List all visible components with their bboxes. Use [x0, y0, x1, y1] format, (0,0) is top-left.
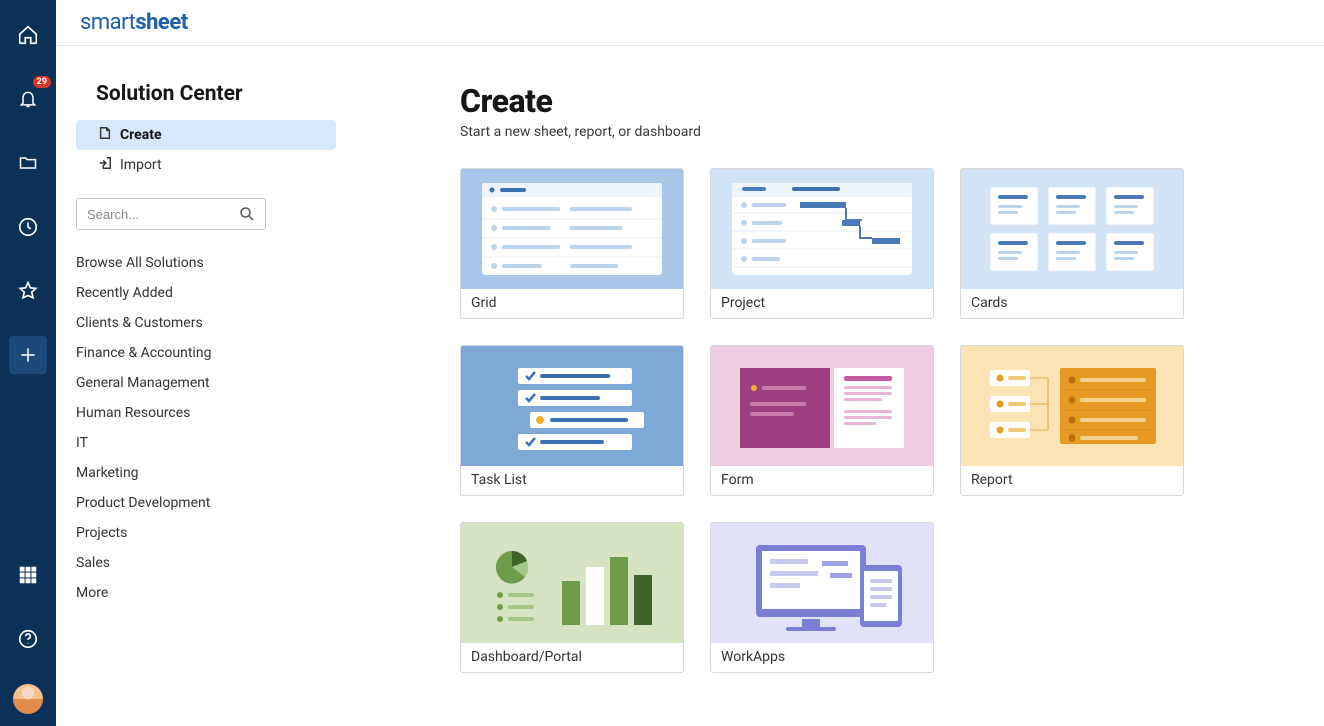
folder-icon[interactable] — [9, 144, 47, 182]
category-it[interactable]: IT — [76, 428, 336, 458]
create-card-dashboard[interactable]: Dashboard/Portal — [460, 522, 684, 673]
create-card-cards[interactable]: Cards — [960, 168, 1184, 319]
category-browse-all[interactable]: Browse All Solutions — [76, 248, 336, 278]
brand-logo: smartsheet — [80, 10, 188, 35]
card-label: Task List — [461, 466, 683, 495]
help-icon[interactable] — [9, 620, 47, 658]
apps-icon[interactable] — [9, 556, 47, 594]
category-finance-accounting[interactable]: Finance & Accounting — [76, 338, 336, 368]
create-card-form[interactable]: Form — [710, 345, 934, 496]
workapps-thumb-icon — [711, 523, 933, 643]
user-avatar[interactable] — [13, 684, 43, 714]
card-label: Cards — [961, 289, 1183, 318]
category-clients-customers[interactable]: Clients & Customers — [76, 308, 336, 338]
category-recently-added[interactable]: Recently Added — [76, 278, 336, 308]
notification-badge: 29 — [33, 76, 51, 88]
sheet-icon — [98, 126, 112, 144]
sidebar-item-label: Import — [120, 157, 162, 173]
create-card-grid-sheet[interactable]: Grid — [460, 168, 684, 319]
card-label: Grid — [461, 289, 683, 318]
dashboard-thumb-icon — [461, 523, 683, 643]
recents-icon[interactable] — [9, 208, 47, 246]
category-more[interactable]: More — [76, 578, 336, 608]
card-label: Project — [711, 289, 933, 318]
create-new-button[interactable] — [9, 336, 47, 374]
left-nav-rail: 29 — [0, 0, 56, 726]
top-header: smartsheet — [56, 0, 1324, 46]
sidebar-item-label: Create — [120, 127, 162, 143]
card-label: WorkApps — [711, 643, 933, 672]
grid-thumb-icon — [461, 169, 683, 289]
form-thumb-icon — [711, 346, 933, 466]
card-label: Dashboard/Portal — [461, 643, 683, 672]
brand-first: smart — [80, 10, 135, 35]
notifications-icon[interactable]: 29 — [9, 80, 47, 118]
main-content: Create Start a new sheet, report, or das… — [356, 46, 1324, 726]
category-general-management[interactable]: General Management — [76, 368, 336, 398]
category-marketing[interactable]: Marketing — [76, 458, 336, 488]
create-card-report[interactable]: Report — [960, 345, 1184, 496]
home-icon[interactable] — [9, 16, 47, 54]
sidebar-item-import[interactable]: Import — [76, 150, 336, 180]
project-thumb-icon — [711, 169, 933, 289]
solution-center-sidebar: Solution Center Create Import Browse All… — [56, 46, 356, 726]
create-card-project[interactable]: Project — [710, 168, 934, 319]
report-thumb-icon — [961, 346, 1183, 466]
page-subtitle: Start a new sheet, report, or dashboard — [460, 124, 1300, 140]
tasklist-thumb-icon — [461, 346, 683, 466]
category-sales[interactable]: Sales — [76, 548, 336, 578]
sidebar-item-create[interactable]: Create — [76, 120, 336, 150]
create-card-workapps[interactable]: WorkApps — [710, 522, 934, 673]
import-icon — [98, 156, 112, 174]
category-projects[interactable]: Projects — [76, 518, 336, 548]
create-card-grid: Grid — [460, 168, 1300, 673]
brand-second: sheet — [135, 10, 187, 35]
card-label: Report — [961, 466, 1183, 495]
cards-thumb-icon — [961, 169, 1183, 289]
category-list: Browse All Solutions Recently Added Clie… — [76, 248, 336, 608]
category-product-development[interactable]: Product Development — [76, 488, 336, 518]
category-human-resources[interactable]: Human Resources — [76, 398, 336, 428]
sidebar-title: Solution Center — [96, 82, 336, 106]
search-input[interactable] — [76, 198, 266, 230]
card-label: Form — [711, 466, 933, 495]
create-card-task-list[interactable]: Task List — [460, 345, 684, 496]
favorites-icon[interactable] — [9, 272, 47, 310]
page-title: Create — [460, 82, 1300, 120]
